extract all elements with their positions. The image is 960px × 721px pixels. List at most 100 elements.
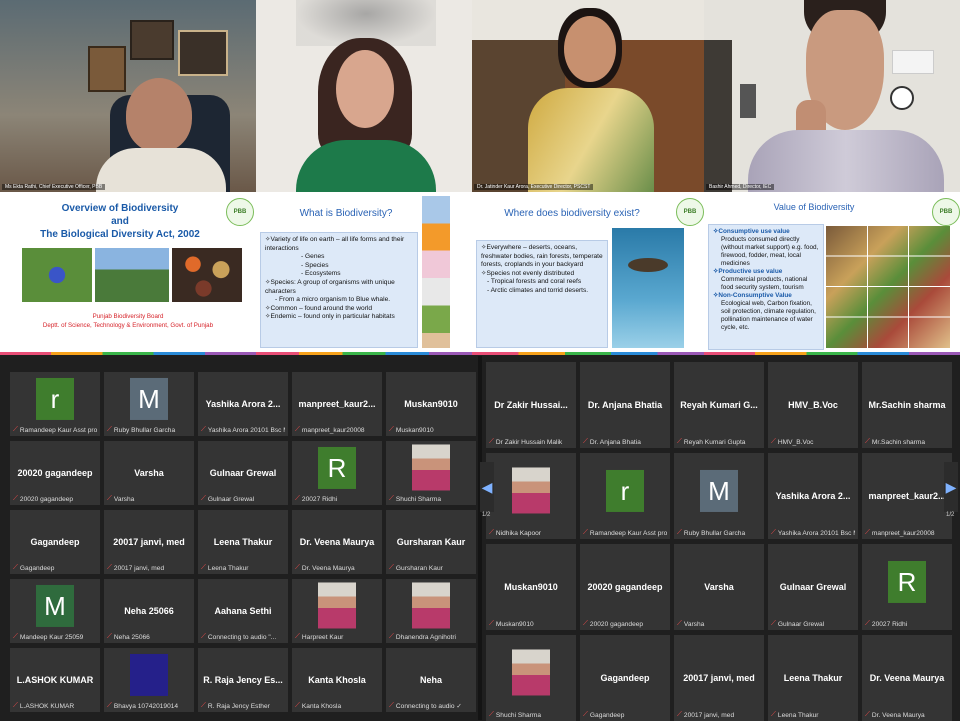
collage-image: [826, 226, 950, 348]
participant-tile[interactable]: 20017 janvi, med ⟋ 20017 janvi, med: [104, 510, 194, 574]
participant-tile[interactable]: Gulnaar Grewal ⟋ Gulnaar Grewal: [768, 544, 858, 630]
participant-tile[interactable]: 20020 gagandeep ⟋ 20020 gagandeep: [580, 544, 670, 630]
mic-muted-icon: ⟋: [489, 529, 494, 536]
participant-label: ⟋ Mr.Sachin sharma: [865, 438, 949, 446]
participant-tile[interactable]: ⟋ Nidhika Kapoor: [486, 453, 576, 539]
participant-tile[interactable]: Muskan9010 ⟋ Muskan9010: [486, 544, 576, 630]
avatar: M: [36, 584, 74, 627]
participant-tile[interactable]: HMV_B.Voc ⟋ HMV_B.Voc: [768, 362, 858, 448]
color-bar: [256, 352, 472, 355]
participant-tile[interactable]: R ⟋ 20027 Ridhi: [862, 544, 952, 630]
participant-tile[interactable]: Dr. Anjana Bhatia ⟋ Dr. Anjana Bhatia: [580, 362, 670, 448]
participant-tile[interactable]: 20017 janvi, med ⟋ 20017 janvi, med: [674, 635, 764, 721]
participant-tile[interactable]: Yashika Arora 2... ⟋ Yashika Arora 20101 B…: [768, 453, 858, 539]
participant-name: Gursharan Kaur: [396, 537, 466, 547]
participant-tile[interactable]: Gagandeep ⟋ Gagandeep: [10, 510, 100, 574]
participant-label: ⟋ Connecting to audio ✓: [389, 702, 473, 710]
participant-label: ⟋ Leena Thakur: [771, 711, 855, 719]
participant-label: ⟋ Muskan9010: [389, 426, 473, 434]
participant-tile[interactable]: M ⟋ Ruby Bhullar Garcha: [104, 372, 194, 436]
participant-label: ⟋ Leena Thakur: [201, 564, 285, 572]
mic-muted-icon: ⟋: [107, 426, 112, 433]
avatar: [130, 653, 168, 696]
participant-label: ⟋ Harpreet Kaur: [295, 633, 379, 641]
participant-tile[interactable]: Gulnaar Grewal ⟋ Gulnaar Grewal: [198, 441, 288, 505]
participant-tile[interactable]: ⟋ Harpreet Kaur: [292, 579, 382, 643]
participant-tile[interactable]: Mr.Sachin sharma ⟋ Mr.Sachin sharma: [862, 362, 952, 448]
participant-tile[interactable]: Gursharan Kaur ⟋ Gursharan Kaur: [386, 510, 476, 574]
mic-muted-icon: ⟋: [771, 529, 776, 536]
participant-tile[interactable]: manpreet_kaur2... ⟋ manpreet_kaur20008: [292, 372, 382, 436]
participant-label: ⟋ L.ASHOK KUMAR: [13, 702, 97, 710]
participant-label: ⟋ Gulnaar Grewal: [771, 620, 855, 628]
participant-tile[interactable]: Neha 25066 ⟋ Neha 25066: [104, 579, 194, 643]
participant-tile[interactable]: Leena Thakur ⟋ Leena Thakur: [768, 635, 858, 721]
wall-picture: [88, 46, 126, 92]
mic-muted-icon: ⟋: [13, 495, 18, 502]
participant-label: ⟋ Bhavya 10742019014: [107, 702, 191, 710]
mic-muted-icon: ⟋: [865, 620, 870, 627]
participant-label-text: Harpreet Kaur: [301, 633, 344, 641]
participant-label-text: 20027 Ridhi: [871, 620, 908, 628]
participant-tile[interactable]: Dr. Veena Maurya ⟋ Dr. Veena Maurya: [862, 635, 952, 721]
participant-tile[interactable]: Reyah Kumari G... ⟋ Reyah Kumari Gupta: [674, 362, 764, 448]
participant-tile[interactable]: ⟋ Shuchi Sharma: [486, 635, 576, 721]
mic-muted-icon: ⟋: [771, 711, 776, 718]
participant-label: ⟋ HMV_B.Voc: [771, 438, 855, 446]
participant-tile[interactable]: Varsha ⟋ Varsha: [674, 544, 764, 630]
participant-label-text: Gursharan Kaur: [395, 564, 443, 572]
participant-tile[interactable]: r ⟋ Ramandeep Kaur Asst prof...: [580, 453, 670, 539]
avatar: r: [606, 469, 644, 512]
participant-tile[interactable]: R ⟋ 20027 Ridhi: [292, 441, 382, 505]
participant-tile[interactable]: M ⟋ Mandeep Kaur 25059: [10, 579, 100, 643]
video-tile-4[interactable]: Bashir Ahmed, Director, IEC: [704, 0, 960, 192]
participant-tile[interactable]: M ⟋ Ruby Bhullar Garcha: [674, 453, 764, 539]
participant-name: L.ASHOK KUMAR: [16, 675, 94, 685]
prev-page-button[interactable]: ◀: [480, 462, 494, 512]
participant-tile[interactable]: Kanta Khosla ⟋ Kanta Khosla: [292, 648, 382, 712]
participant-tile[interactable]: Aahana Sethi ⟋ Connecting to audio "...: [198, 579, 288, 643]
participant-tile[interactable]: r ⟋ Ramandeep Kaur Asst prof...: [10, 372, 100, 436]
participant-tile[interactable]: Yashika Arora 2... ⟋ Yashika Arora 20101 B…: [198, 372, 288, 436]
participant-tile[interactable]: Dr Zakir Hussai... ⟋ Dr Zakir Hussain Mali…: [486, 362, 576, 448]
wall-picture: [130, 20, 174, 60]
participant-label: ⟋ 20020 gagandeep: [583, 620, 667, 628]
participant-photo: [512, 467, 550, 514]
participant-tile[interactable]: Leena Thakur ⟋ Leena Thakur: [198, 510, 288, 574]
participant-tile[interactable]: Neha ⟋ Connecting to audio ✓: [386, 648, 476, 712]
mic-muted-icon: ⟋: [389, 633, 394, 640]
mic-muted-icon: ⟋: [389, 702, 394, 709]
participant-name: 20020 gagandeep: [17, 468, 93, 478]
participant-name: Kanta Khosla: [308, 675, 366, 685]
participant-label: ⟋ Muskan9010: [489, 620, 573, 628]
video-tile-3[interactable]: Dr. Jatinder Kaur Arora, Executive Direc…: [472, 0, 704, 192]
participant-tile[interactable]: Dr. Veena Maurya ⟋ Dr. Veena Maurya: [292, 510, 382, 574]
participant-label-text: Dr. Veena Maurya: [301, 564, 355, 572]
video-tile-1[interactable]: Ms Ekta Rathi, Chief Executive Officer, …: [0, 0, 256, 192]
mic-muted-icon: ⟋: [583, 620, 588, 627]
slide-overview: PBB Overview of Biodiversity and The Bio…: [0, 192, 256, 355]
participant-label: ⟋ Dhanendra Agnihotri: [389, 633, 473, 641]
participant-tile[interactable]: R. Raja Jency Es... ⟋ R. Raja Jency Esther: [198, 648, 288, 712]
person-body: [96, 148, 226, 192]
participant-tile[interactable]: Gagandeep ⟋ Gagandeep: [580, 635, 670, 721]
participant-tile[interactable]: 20020 gagandeep ⟋ 20020 gagandeep: [10, 441, 100, 505]
wall-picture: [178, 30, 228, 76]
video-tile-2[interactable]: [256, 0, 472, 192]
participant-label: ⟋ Mandeep Kaur 25059: [13, 633, 97, 641]
participant-tile[interactable]: Varsha ⟋ Varsha: [104, 441, 194, 505]
participant-tile[interactable]: ⟋ Shuchi Sharma: [386, 441, 476, 505]
participant-tile[interactable]: manpreet_kaur2... ⟋ manpreet_kaur20008: [862, 453, 952, 539]
slide-value-of-biodiversity: PBB Value of Biodiversity ✧Consumptive u…: [704, 192, 960, 355]
participant-tile[interactable]: ⟋ Dhanendra Agnihotri: [386, 579, 476, 643]
participant-name: Varsha: [134, 468, 164, 478]
mic-muted-icon: ⟋: [13, 564, 18, 571]
mic-muted-icon: ⟋: [389, 495, 394, 502]
next-page-button[interactable]: ▶: [944, 462, 958, 512]
person-body: [296, 140, 436, 192]
participant-label-text: Gagandeep: [589, 711, 625, 719]
participant-tile[interactable]: L.ASHOK KUMAR ⟋ L.ASHOK KUMAR: [10, 648, 100, 712]
participant-tile[interactable]: ⟋ Bhavya 10742019014: [104, 648, 194, 712]
mic-muted-icon: ⟋: [389, 564, 394, 571]
participant-tile[interactable]: Muskan9010 ⟋ Muskan9010: [386, 372, 476, 436]
